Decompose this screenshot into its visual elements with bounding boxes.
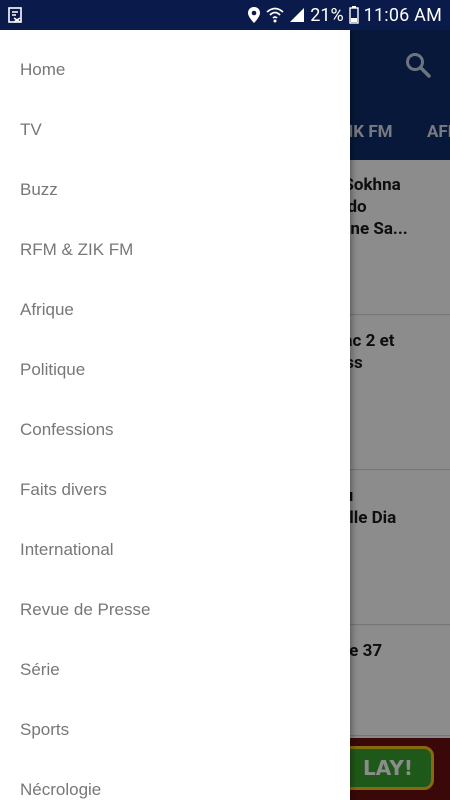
drawer-item-revue-de-presse[interactable]: Revue de Presse	[0, 580, 350, 640]
status-bar: 21% 11:06 AM	[0, 0, 450, 30]
navigation-drawer: Home TV Buzz RFM & ZIK FM Afrique Politi…	[0, 30, 350, 800]
app-notification-icon	[8, 7, 24, 23]
drawer-item-sports[interactable]: Sports	[0, 700, 350, 760]
drawer-item-home[interactable]: Home	[0, 40, 350, 100]
location-icon	[247, 6, 261, 24]
drawer-item-confessions[interactable]: Confessions	[0, 400, 350, 460]
drawer-item-serie[interactable]: Série	[0, 640, 350, 700]
signal-icon	[289, 7, 305, 23]
drawer-item-politique[interactable]: Politique	[0, 340, 350, 400]
drawer-item-international[interactable]: International	[0, 520, 350, 580]
wifi-icon	[266, 7, 284, 23]
drawer-item-afrique[interactable]: Afrique	[0, 280, 350, 340]
drawer-item-necrologie[interactable]: Nécrologie	[0, 760, 350, 800]
drawer-item-buzz[interactable]: Buzz	[0, 160, 350, 220]
clock: 11:06 AM	[363, 4, 442, 26]
battery-percent: 21%	[310, 4, 344, 26]
drawer-item-rfm-zik-fm[interactable]: RFM & ZIK FM	[0, 220, 350, 280]
drawer-item-faits-divers[interactable]: Faits divers	[0, 460, 350, 520]
drawer-item-tv[interactable]: TV	[0, 100, 350, 160]
battery-icon	[348, 6, 359, 24]
